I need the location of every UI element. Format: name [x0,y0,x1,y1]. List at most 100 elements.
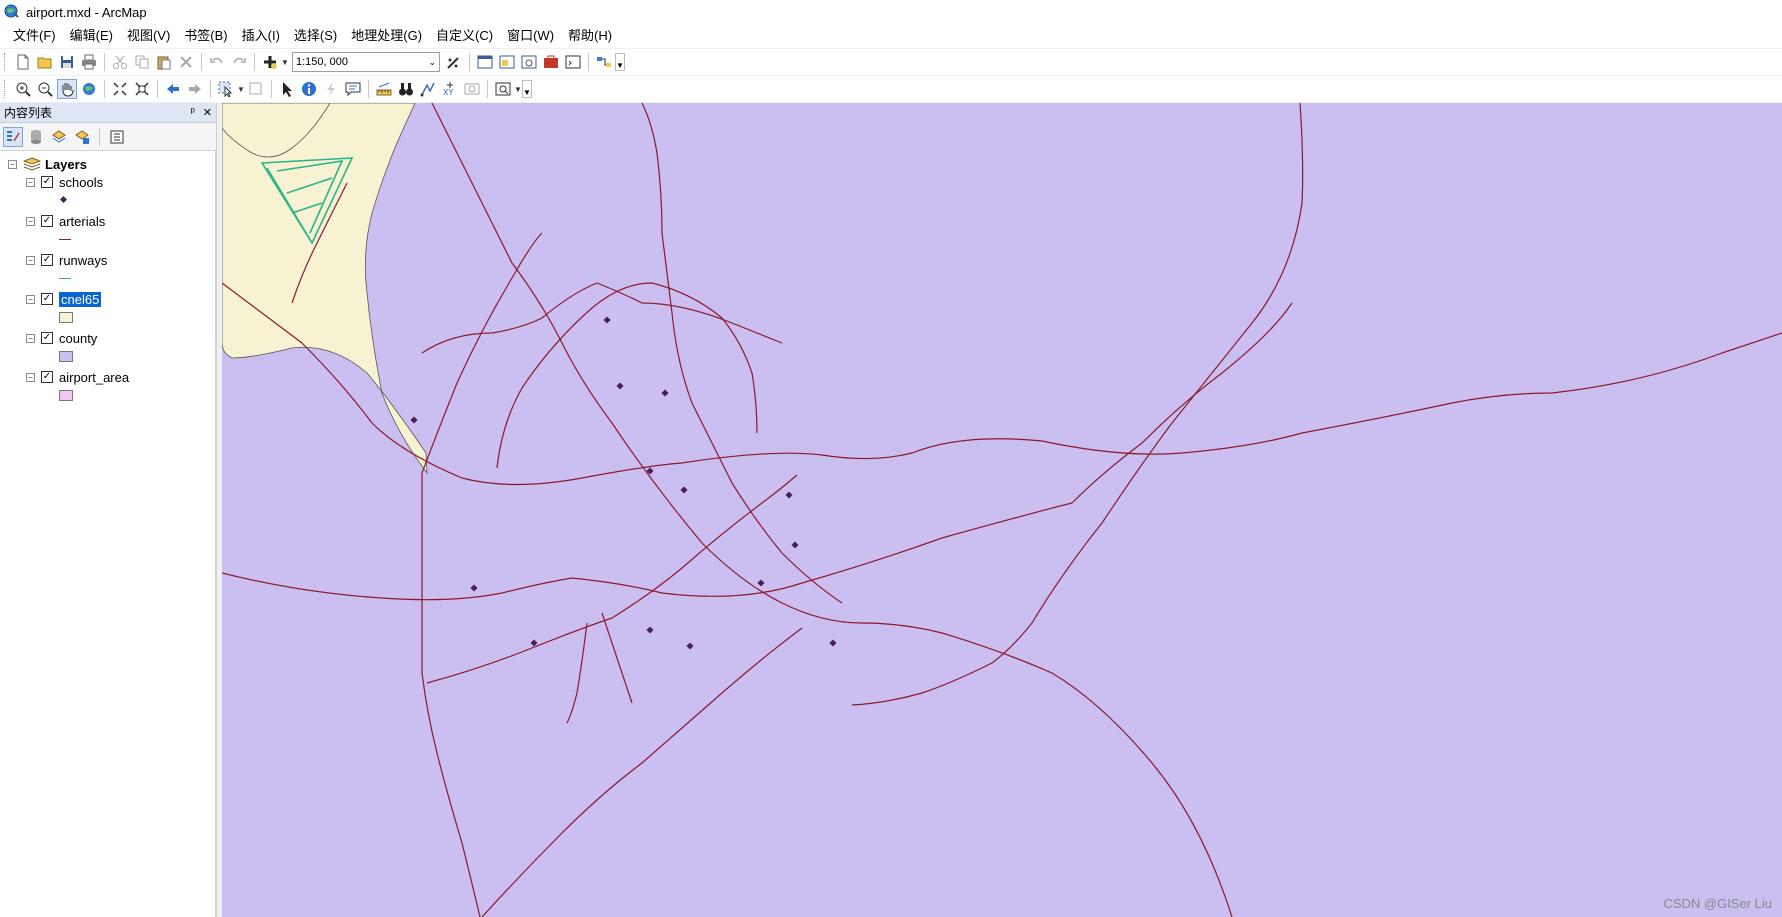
identify-icon[interactable] [299,79,319,99]
menu-item-8[interactable]: 窗口(W) [500,24,561,48]
search-window-icon[interactable] [519,52,539,72]
save-icon[interactable] [57,52,77,72]
chevron-down-icon[interactable]: ⌄ [428,57,436,68]
menu-item-6[interactable]: 地理处理(G) [344,24,429,48]
menu-item-5[interactable]: 选择(S) [287,24,344,48]
modelbuilder-icon[interactable] [594,52,614,72]
catalog-window-icon[interactable] [497,52,517,72]
layer-row-airport_area[interactable]: − ✓ airport_area [26,368,129,386]
layer-visibility-checkbox[interactable]: ✓ [41,371,53,383]
list-by-drawing-order-icon[interactable] [3,127,23,147]
find-binoculars-icon[interactable] [396,79,416,99]
collapse-icon[interactable]: − [8,159,17,169]
layer-symbol-fill[interactable] [59,312,73,323]
toolbar-overflow-button[interactable]: ▼ [522,80,532,98]
fixed-zoom-in-icon[interactable] [110,79,130,99]
layer-symbol-line[interactable] [59,278,71,279]
zoom-in-icon[interactable] [13,79,33,99]
collapse-icon[interactable]: − [26,294,35,304]
layer-name[interactable]: schools [59,175,103,190]
zoom-out-icon[interactable] [35,79,55,99]
toolbar-overflow-button[interactable]: ▼ [615,53,625,71]
menu-item-7[interactable]: 自定义(C) [429,24,500,48]
back-arrow-icon[interactable] [163,79,183,99]
undo-icon[interactable] [207,52,227,72]
redo-icon[interactable] [229,52,249,72]
collapse-icon[interactable]: − [26,333,35,343]
map-scale-combobox[interactable]: 1:150, 000 ⌄ [292,52,440,72]
list-by-source-icon[interactable] [26,127,46,147]
go-to-xy-icon[interactable]: XY [440,79,460,99]
layer-visibility-checkbox[interactable]: ✓ [41,254,53,266]
layer-symbol-fill[interactable] [59,390,73,401]
layer-visibility-checkbox[interactable]: ✓ [41,332,53,344]
delete-icon[interactable] [176,52,196,72]
list-by-selection-icon[interactable] [72,127,92,147]
menu-item-1[interactable]: 编辑(E) [63,24,120,48]
collapse-icon[interactable]: − [26,255,35,265]
fixed-zoom-out-icon[interactable] [132,79,152,99]
layer-name[interactable]: arterials [59,214,105,229]
new-document-icon[interactable] [13,52,33,72]
editor-toolbar-icon[interactable] [444,52,464,72]
pan-hand-icon[interactable] [57,79,77,99]
layer-name[interactable]: runways [59,253,107,268]
copy-icon[interactable] [132,52,152,72]
menu-item-0[interactable]: 文件(F) [6,24,63,48]
menu-item-2[interactable]: 视图(V) [120,24,177,48]
layer-name[interactable]: county [59,331,97,346]
layer-symbol-line[interactable] [59,239,71,240]
open-folder-icon[interactable] [35,52,55,72]
layer-row-county[interactable]: − ✓ county [26,329,97,347]
layers-root-row[interactable]: − Layers [8,155,87,173]
list-by-visibility-icon[interactable] [49,127,69,147]
collapse-icon[interactable]: − [26,216,35,226]
paste-icon[interactable] [154,52,174,72]
layer-symbol-point[interactable] [59,195,68,204]
menu-item-4[interactable]: 插入(I) [235,24,287,48]
layer-row-cnel65[interactable]: − ✓ cnel65 [26,290,102,308]
map-canvas[interactable] [222,103,1782,917]
county-polygon [222,103,1782,917]
layer-visibility-checkbox[interactable]: ✓ [41,176,53,188]
layer-symbol-fill[interactable] [59,351,73,362]
html-popup-icon[interactable] [343,79,363,99]
layer-row-schools[interactable]: − ✓ schools [26,173,103,191]
hyperlink-lightning-icon[interactable] [321,79,341,99]
layer-visibility-checkbox[interactable]: ✓ [41,293,53,305]
create-viewer-window-icon[interactable] [493,79,513,99]
layer-visibility-checkbox[interactable]: ✓ [41,215,53,227]
measure-ruler-icon[interactable] [374,79,394,99]
select-features-icon[interactable] [216,79,236,99]
close-icon[interactable]: ✕ [203,106,212,119]
print-icon[interactable] [79,52,99,72]
python-window-icon[interactable] [563,52,583,72]
layer-name[interactable]: airport_area [59,370,129,385]
layer-row-arterials[interactable]: − ✓ arterials [26,212,105,230]
layer-name[interactable]: cnel65 [59,291,102,307]
toolbar-grip[interactable] [4,53,8,71]
select-elements-arrow-icon[interactable] [277,79,297,99]
menu-item-9[interactable]: 帮助(H) [561,24,619,48]
menu-item-3[interactable]: 书签(B) [177,24,234,48]
find-route-icon[interactable] [418,79,438,99]
layer-row-runways[interactable]: − ✓ runways [26,251,107,269]
chevron-down-icon[interactable]: ▼ [237,85,245,94]
add-data-icon[interactable] [260,52,280,72]
cut-icon[interactable] [110,52,130,72]
forward-arrow-icon[interactable] [185,79,205,99]
map-view[interactable]: CSDN @GISer Liu [222,103,1782,917]
layers-root-label: Layers [45,156,87,172]
table-of-contents-icon[interactable] [475,52,495,72]
full-extent-globe-icon[interactable] [79,79,99,99]
arctoolbox-icon[interactable] [541,52,561,72]
time-slider-icon[interactable] [462,79,482,99]
clear-selection-icon[interactable] [246,79,266,99]
chevron-down-icon[interactable]: ▼ [514,85,522,94]
pin-icon[interactable]: ᵖ [191,106,195,119]
toc-options-icon[interactable] [107,127,127,147]
chevron-down-icon[interactable]: ▼ [281,58,289,67]
collapse-icon[interactable]: − [26,177,35,187]
toolbar-grip[interactable] [4,80,8,98]
collapse-icon[interactable]: − [26,372,35,382]
